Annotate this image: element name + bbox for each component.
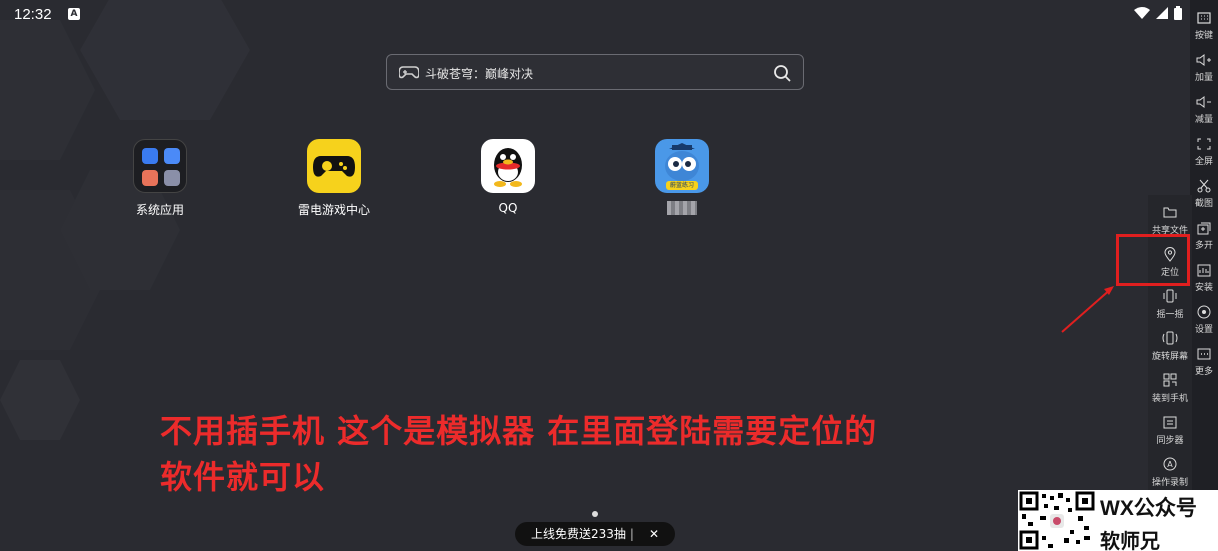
panel-synchronizer[interactable]: 同步器 — [1148, 413, 1192, 446]
shake-phone-icon — [1163, 289, 1177, 303]
app-system-apps[interactable]: 系统应用 — [110, 139, 210, 218]
fullscreen-icon — [1197, 138, 1211, 150]
caption-line-1: 不用插手机 这个是模拟器 在里面登陆需要定位的 — [160, 412, 878, 450]
record-icon: A — [1163, 457, 1177, 471]
toolbar-screenshot[interactable]: 截图 — [1190, 178, 1218, 209]
signal-icon — [1156, 7, 1168, 19]
blurred-app-label — [667, 201, 697, 215]
notification-a-icon: A — [68, 8, 80, 20]
app-label: 系统应用 — [135, 203, 184, 217]
panel-install-to-phone[interactable]: 装到手机 — [1148, 371, 1192, 404]
status-bar: 12:32 A — [0, 0, 1190, 30]
folder-icon — [1163, 207, 1177, 218]
scissors-icon — [1197, 179, 1211, 193]
qq-penguin-icon — [481, 139, 535, 193]
volume-down-icon — [1196, 96, 1211, 108]
annotation-arrow — [1061, 286, 1114, 333]
search-icon[interactable] — [773, 64, 791, 82]
game-center-icon — [307, 139, 361, 193]
more-icon — [1197, 348, 1211, 360]
promo-text: 上线免费送233抽 — [531, 527, 626, 541]
annotation-caption: 不用插手机 这个是模拟器 在里面登陆需要定位的 软件就可以 — [160, 408, 877, 500]
system-apps-folder-icon — [133, 139, 187, 193]
panel-rotate-screen[interactable]: 旋转屏幕 — [1148, 329, 1192, 362]
wifi-icon — [1134, 7, 1150, 19]
qr-code-icon — [1163, 373, 1177, 387]
search-bar[interactable]: 斗破苍穹：巅峰对决 — [386, 54, 804, 90]
apk-install-icon — [1197, 264, 1211, 276]
system-icons — [1134, 6, 1182, 20]
toolbar-settings[interactable]: 设置 — [1190, 304, 1218, 335]
keyboard-icon — [1197, 12, 1211, 24]
location-highlight-box — [1116, 234, 1190, 286]
toolbar-more[interactable]: 更多 — [1190, 346, 1218, 377]
battery-icon — [1174, 6, 1182, 20]
owl-study-app-icon: 蔚蓝练习 — [655, 139, 709, 193]
qr-code-watermark — [1018, 490, 1096, 551]
search-suggestion: 斗破苍穹：巅峰对决 — [425, 67, 534, 81]
toolbar-keys[interactable]: 按键 — [1190, 10, 1218, 41]
sync-icon — [1163, 416, 1177, 428]
emulator-toolbar: 按键 加量 减量 全屏 截图 多开 安装 设置 更多 — [1190, 0, 1218, 551]
svg-text:A: A — [1167, 460, 1173, 469]
toolbar-install[interactable]: 安装 — [1190, 262, 1218, 293]
wechat-watermark: WX公众号 软师兄 — [1096, 490, 1218, 551]
toolbar-multi-instance[interactable]: 多开 — [1190, 220, 1218, 251]
promo-banner[interactable]: 上线免费送233抽 | ✕ — [515, 522, 675, 546]
app-study[interactable]: 蔚蓝练习 — [632, 139, 732, 215]
app-icon-badge-text: 蔚蓝练习 — [669, 182, 694, 189]
toolbar-volume-down[interactable]: 减量 — [1190, 94, 1218, 125]
volume-up-icon — [1196, 54, 1211, 66]
caption-line-2: 软件就可以 — [160, 458, 326, 496]
toolbar-fullscreen[interactable]: 全屏 — [1190, 136, 1218, 167]
watermark-line-1: WX公众号 — [1100, 497, 1197, 520]
watermark-line-2: 软师兄 — [1100, 529, 1160, 551]
panel-shake[interactable]: 摇一摇 — [1148, 287, 1192, 320]
gamepad-icon — [399, 66, 419, 79]
toolbar-volume-up[interactable]: 加量 — [1190, 52, 1218, 83]
app-game-center[interactable]: 雷电游戏中心 — [284, 139, 384, 218]
page-indicator — [592, 511, 598, 517]
panel-macro-recorder[interactable]: A 操作录制 — [1148, 455, 1192, 488]
close-icon[interactable]: ✕ — [649, 522, 659, 546]
rotate-screen-icon — [1162, 331, 1178, 345]
app-qq[interactable]: QQ — [458, 139, 558, 215]
app-label: QQ — [498, 201, 518, 215]
multi-window-icon — [1197, 222, 1211, 234]
gear-icon — [1197, 305, 1211, 319]
panel-shared-files[interactable]: 共享文件 — [1148, 203, 1192, 236]
app-label: 雷电游戏中心 — [297, 203, 370, 217]
clock: 12:32 — [14, 6, 52, 23]
